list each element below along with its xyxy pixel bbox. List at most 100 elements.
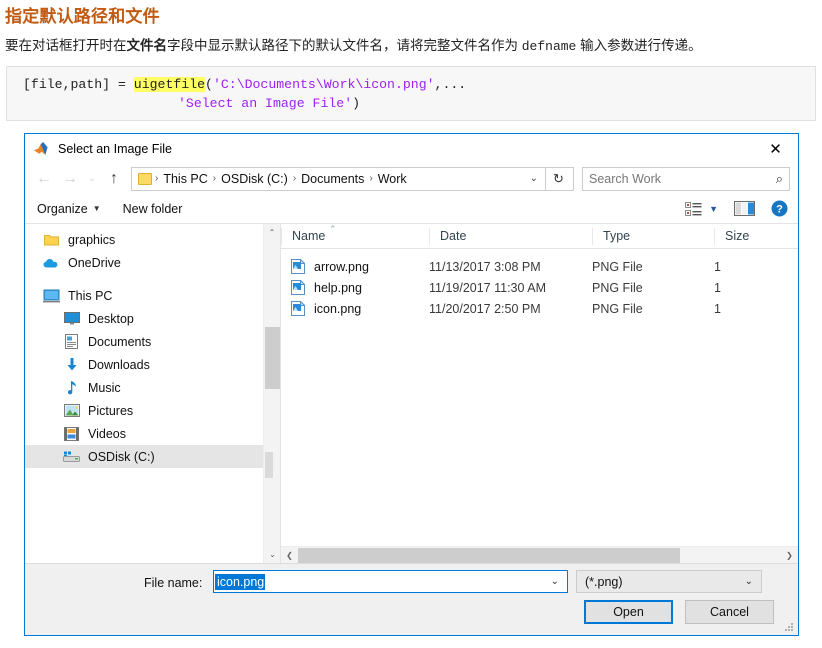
command-toolbar: Organize ▼ New folder ▼ ?: [25, 194, 798, 224]
preview-pane-button[interactable]: [734, 201, 755, 216]
pictures-icon: [63, 403, 80, 419]
organize-label: Organize: [37, 201, 88, 216]
file-size-cell: 1: [714, 259, 721, 274]
resize-grip[interactable]: [785, 623, 794, 632]
png-file-icon: [291, 280, 305, 295]
breadcrumb-item-3[interactable]: Work: [374, 172, 411, 186]
navigation-bar: ← → ⌄ ↑ › This PC › OSDisk (C:) › Docume…: [25, 163, 798, 194]
file-name-text: icon.png: [314, 301, 362, 316]
sidebar-item-onedrive[interactable]: OneDrive: [25, 251, 280, 274]
up-one-level-icon[interactable]: ↑: [101, 166, 127, 192]
table-row[interactable]: help.png 11/19/2017 11:30 AM PNG File 1: [281, 277, 798, 298]
search-input[interactable]: Search Work ⌕: [582, 166, 790, 191]
forward-icon[interactable]: →: [57, 166, 83, 192]
downloads-icon: [63, 357, 80, 373]
png-file-icon: [291, 259, 305, 274]
sidebar-item-label: Videos: [88, 426, 126, 441]
organize-button[interactable]: Organize ▼: [37, 202, 101, 216]
code-line1-tail: ,...: [434, 77, 467, 92]
file-name-text: arrow.png: [314, 259, 369, 274]
sidebar-item-label: Downloads: [88, 357, 150, 372]
breadcrumb-item-1[interactable]: OSDisk (C:): [217, 172, 292, 186]
scroll-down-icon[interactable]: ⌄: [264, 546, 280, 563]
code-string-path: 'C:\Documents\Work\icon.png': [212, 77, 435, 92]
chevron-down-icon[interactable]: ⌄: [551, 576, 567, 587]
column-header-date[interactable]: Date: [429, 227, 592, 245]
dialog-titlebar[interactable]: Select an Image File ✕: [25, 134, 798, 163]
navigation-pane-scrollbar[interactable]: ⌃ ⌄: [263, 224, 280, 563]
code-line-1: [file,path] = uigetfile('C:\Documents\Wo…: [23, 75, 815, 94]
scroll-up-icon[interactable]: ⌃: [264, 224, 280, 241]
file-name-input[interactable]: icon.png ⌄: [213, 570, 568, 593]
breadcrumb-item-2[interactable]: Documents: [297, 172, 368, 186]
open-button[interactable]: Open: [584, 600, 673, 624]
file-size-cell: 1: [714, 301, 721, 316]
chevron-down-icon: ▼: [709, 203, 718, 214]
sidebar-item-label: Music: [88, 380, 121, 395]
back-icon[interactable]: ←: [31, 166, 57, 192]
desktop-icon: [63, 311, 80, 327]
file-name-cell: arrow.png: [281, 259, 429, 274]
chevron-down-icon[interactable]: ⌄: [745, 576, 761, 587]
help-button[interactable]: ?: [771, 200, 788, 217]
chevron-down-icon[interactable]: ⌄: [523, 173, 545, 184]
recent-locations-icon[interactable]: ⌄: [83, 166, 101, 192]
scrollbar-thumb[interactable]: [265, 327, 280, 389]
sidebar-item-label: Documents: [88, 334, 152, 349]
refresh-icon[interactable]: ↻: [545, 166, 571, 191]
svg-text:?: ?: [776, 204, 783, 216]
dialog-body: graphics OneDrive This PC Desktop Docume…: [25, 224, 798, 563]
sidebar-item-label: This PC: [68, 288, 113, 303]
sidebar-item-graphics[interactable]: graphics: [25, 228, 280, 251]
scrollbar-thumb-secondary[interactable]: [265, 452, 273, 478]
sidebar-item-documents[interactable]: Documents: [25, 330, 280, 353]
music-note-icon: [63, 380, 80, 396]
scroll-left-icon[interactable]: ❮: [281, 551, 298, 560]
file-date-cell: 11/13/2017 3:08 PM: [429, 259, 541, 274]
breadcrumb[interactable]: › This PC › OSDisk (C:) › Documents › Wo…: [131, 166, 574, 191]
file-type-cell: PNG File: [592, 301, 643, 316]
column-header-name[interactable]: Name: [281, 227, 429, 245]
documents-icon: [63, 334, 80, 350]
code-function-name: uigetfile: [133, 77, 206, 92]
file-name-text: help.png: [314, 280, 362, 295]
file-type-cell: PNG File: [592, 280, 643, 295]
navigation-pane: graphics OneDrive This PC Desktop Docume…: [25, 224, 281, 563]
sidebar-item-osdisk-c[interactable]: OSDisk (C:): [25, 445, 280, 468]
scroll-right-icon[interactable]: ❯: [781, 551, 798, 560]
scrollbar-thumb[interactable]: [298, 547, 680, 563]
help-icon: ?: [771, 200, 788, 217]
close-icon[interactable]: ✕: [753, 134, 798, 163]
sort-ascending-icon: ⌃: [329, 224, 337, 234]
onedrive-cloud-icon: [43, 255, 60, 271]
change-view-button[interactable]: ▼: [685, 201, 718, 216]
file-list-horizontal-scrollbar[interactable]: ❮ ❯: [281, 546, 798, 563]
folder-tree: graphics OneDrive This PC Desktop Docume…: [25, 224, 280, 468]
folder-icon: [138, 172, 152, 185]
drive-icon: [63, 449, 80, 465]
column-header-type[interactable]: Type: [592, 227, 714, 245]
table-row[interactable]: icon.png 11/20/2017 2:50 PM PNG File 1: [281, 298, 798, 319]
breadcrumb-item-0[interactable]: This PC: [159, 172, 211, 186]
table-row[interactable]: arrow.png 11/13/2017 3:08 PM PNG File 1: [281, 256, 798, 277]
sidebar-item-desktop[interactable]: Desktop: [25, 307, 280, 330]
sidebar-item-this-pc[interactable]: This PC: [25, 284, 280, 307]
cancel-button[interactable]: Cancel: [685, 600, 774, 624]
file-name-label: File name:: [144, 576, 203, 590]
sidebar-item-label: Desktop: [88, 311, 134, 326]
sidebar-item-pictures[interactable]: Pictures: [25, 399, 280, 422]
description-part-3: 输入参数进行传递。: [576, 38, 702, 53]
file-type-select[interactable]: (*.png) ⌄: [576, 570, 762, 593]
new-folder-button[interactable]: New folder: [123, 202, 183, 216]
sidebar-item-music[interactable]: Music: [25, 376, 280, 399]
sidebar-item-label: OSDisk (C:): [88, 449, 155, 464]
code-string-title: 'Select an Image File': [178, 96, 353, 111]
sidebar-item-downloads[interactable]: Downloads: [25, 353, 280, 376]
code-sample-block: [file,path] = uigetfile('C:\Documents\Wo…: [6, 66, 816, 121]
sidebar-item-videos[interactable]: Videos: [25, 422, 280, 445]
column-header-size[interactable]: Size: [714, 227, 774, 245]
file-name-value: icon.png: [215, 573, 266, 590]
dialog-title: Select an Image File: [58, 141, 172, 156]
search-icon: ⌕: [775, 170, 783, 186]
